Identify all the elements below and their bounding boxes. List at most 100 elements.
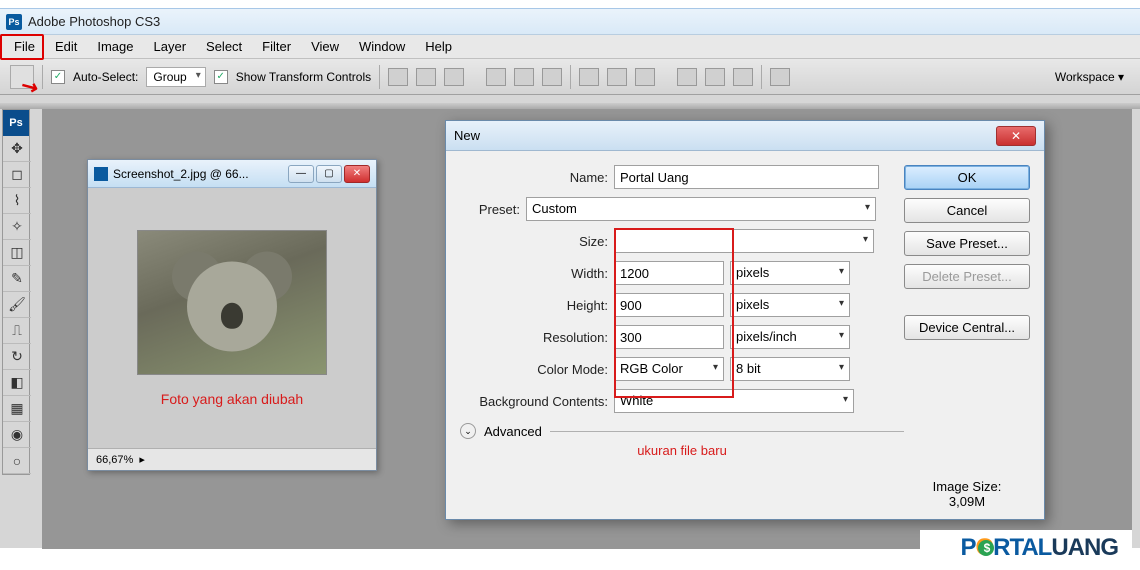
- image-size-value: 3,09M: [904, 494, 1030, 509]
- height-label: Height:: [460, 298, 608, 313]
- save-preset-button[interactable]: Save Preset...: [904, 231, 1030, 256]
- auto-select-combo[interactable]: Group: [146, 67, 205, 87]
- toolbox: Ps ✥ ◻ ⌇ ✧ ◫ ✎ 🖌 ⎍ ↻ ◧ ▦ ◉ ○: [2, 109, 30, 475]
- menu-image[interactable]: Image: [87, 36, 143, 57]
- logo-letter: O$: [975, 534, 993, 561]
- lasso-tool[interactable]: ⌇: [3, 188, 31, 214]
- align-icon[interactable]: [542, 68, 562, 86]
- stamp-tool[interactable]: ⎍: [3, 318, 31, 344]
- document-titlebar[interactable]: Screenshot_2.jpg @ 66... — ▢ ✕: [88, 160, 376, 188]
- height-unit-select[interactable]: pixels: [730, 293, 850, 317]
- dialog-close-button[interactable]: ✕: [996, 126, 1036, 146]
- menu-view[interactable]: View: [301, 36, 349, 57]
- workspace-button[interactable]: Workspace ▾: [1049, 68, 1130, 86]
- resolution-unit-select[interactable]: pixels/inch: [730, 325, 850, 349]
- separator: [761, 65, 762, 89]
- image-size-label: Image Size:: [904, 479, 1030, 494]
- name-label: Name:: [460, 170, 608, 185]
- new-document-dialog: New ✕ Name: Preset: Custom Size: Width:: [445, 120, 1045, 520]
- width-input[interactable]: [614, 261, 724, 285]
- auto-select-label: Auto-Select:: [73, 70, 138, 84]
- name-input[interactable]: [614, 165, 879, 189]
- align-icon[interactable]: [486, 68, 506, 86]
- document-window[interactable]: Screenshot_2.jpg @ 66... — ▢ ✕ Foto yang…: [87, 159, 377, 471]
- ok-button[interactable]: OK: [904, 165, 1030, 190]
- color-depth-select[interactable]: 8 bit: [730, 357, 850, 381]
- preset-select[interactable]: Custom: [526, 197, 876, 221]
- options-bar: ↘ ✓ Auto-Select: Group ✓ Show Transform …: [0, 59, 1140, 95]
- dodge-tool[interactable]: ○: [3, 448, 31, 474]
- width-unit-select[interactable]: pixels: [730, 261, 850, 285]
- app-titlebar: Ps Adobe Photoshop CS3: [0, 9, 1140, 35]
- height-input[interactable]: [614, 293, 724, 317]
- bg-contents-select[interactable]: White: [614, 389, 854, 413]
- preset-label: Preset:: [460, 202, 520, 217]
- document-statusbar: 66,67% ▸: [88, 448, 376, 470]
- maximize-button[interactable]: ▢: [316, 165, 342, 183]
- document-canvas[interactable]: Foto yang akan diubah: [88, 188, 376, 448]
- close-button[interactable]: ✕: [344, 165, 370, 183]
- marquee-tool[interactable]: ◻: [3, 162, 31, 188]
- distribute-icon[interactable]: [677, 68, 697, 86]
- document-icon: [94, 167, 108, 181]
- blur-tool[interactable]: ◉: [3, 422, 31, 448]
- separator: [42, 65, 43, 89]
- size-select: [614, 229, 874, 253]
- cancel-button[interactable]: Cancel: [904, 198, 1030, 223]
- wand-tool[interactable]: ✧: [3, 214, 31, 240]
- show-transform-label: Show Transform Controls: [236, 70, 371, 84]
- menu-edit[interactable]: Edit: [45, 36, 87, 57]
- dialog-titlebar[interactable]: New ✕: [446, 121, 1044, 151]
- menu-select[interactable]: Select: [196, 36, 252, 57]
- distribute-icon[interactable]: [635, 68, 655, 86]
- gradient-tool[interactable]: ▦: [3, 396, 31, 422]
- annotation-caption: Foto yang akan diubah: [161, 391, 303, 407]
- menu-window[interactable]: Window: [349, 36, 415, 57]
- logo-letter: UANG: [1051, 534, 1118, 561]
- resolution-input[interactable]: [614, 325, 724, 349]
- align-icon[interactable]: [388, 68, 408, 86]
- auto-align-icon[interactable]: [770, 68, 790, 86]
- auto-select-checkbox[interactable]: ✓: [51, 70, 65, 84]
- menu-file[interactable]: File: [4, 36, 45, 57]
- minimize-button[interactable]: —: [288, 165, 314, 183]
- distribute-icon[interactable]: [607, 68, 627, 86]
- advanced-toggle-icon[interactable]: ⌄: [460, 423, 476, 439]
- advanced-label[interactable]: Advanced: [484, 424, 542, 439]
- crop-tool[interactable]: ◫: [3, 240, 31, 266]
- bg-contents-label: Background Contents:: [460, 394, 608, 409]
- align-icon[interactable]: [444, 68, 464, 86]
- dialog-title: New: [454, 128, 480, 143]
- app-icon: Ps: [6, 14, 22, 30]
- distribute-icon[interactable]: [733, 68, 753, 86]
- delete-preset-button: Delete Preset...: [904, 264, 1030, 289]
- separator: [550, 431, 904, 432]
- annotation-arrow-icon: ↘: [16, 71, 43, 101]
- menu-help[interactable]: Help: [415, 36, 462, 57]
- menubar: File Edit Image Layer Select Filter View…: [0, 35, 1140, 59]
- resolution-label: Resolution:: [460, 330, 608, 345]
- distribute-icon[interactable]: [705, 68, 725, 86]
- menu-layer[interactable]: Layer: [144, 36, 197, 57]
- width-label: Width:: [460, 266, 608, 281]
- separator: [379, 65, 380, 89]
- align-icon[interactable]: [514, 68, 534, 86]
- menu-filter[interactable]: Filter: [252, 36, 301, 57]
- size-label: Size:: [460, 234, 608, 249]
- history-brush-tool[interactable]: ↻: [3, 344, 31, 370]
- separator: [570, 65, 571, 89]
- zoom-level[interactable]: 66,67%: [96, 454, 133, 466]
- toolbox-header-icon: Ps: [3, 110, 29, 136]
- align-icon[interactable]: [416, 68, 436, 86]
- eyedropper-tool[interactable]: ✎: [3, 266, 31, 292]
- color-mode-select[interactable]: RGB Color: [614, 357, 724, 381]
- move-tool[interactable]: ✥: [3, 136, 31, 162]
- annotation-text: ukuran file baru: [637, 443, 727, 458]
- document-title: Screenshot_2.jpg @ 66...: [113, 167, 249, 181]
- show-transform-checkbox[interactable]: ✓: [214, 70, 228, 84]
- brush-tool[interactable]: 🖌: [3, 292, 31, 318]
- device-central-button[interactable]: Device Central...: [904, 315, 1030, 340]
- eraser-tool[interactable]: ◧: [3, 370, 31, 396]
- distribute-icon[interactable]: [579, 68, 599, 86]
- logo-letter: P: [960, 534, 975, 561]
